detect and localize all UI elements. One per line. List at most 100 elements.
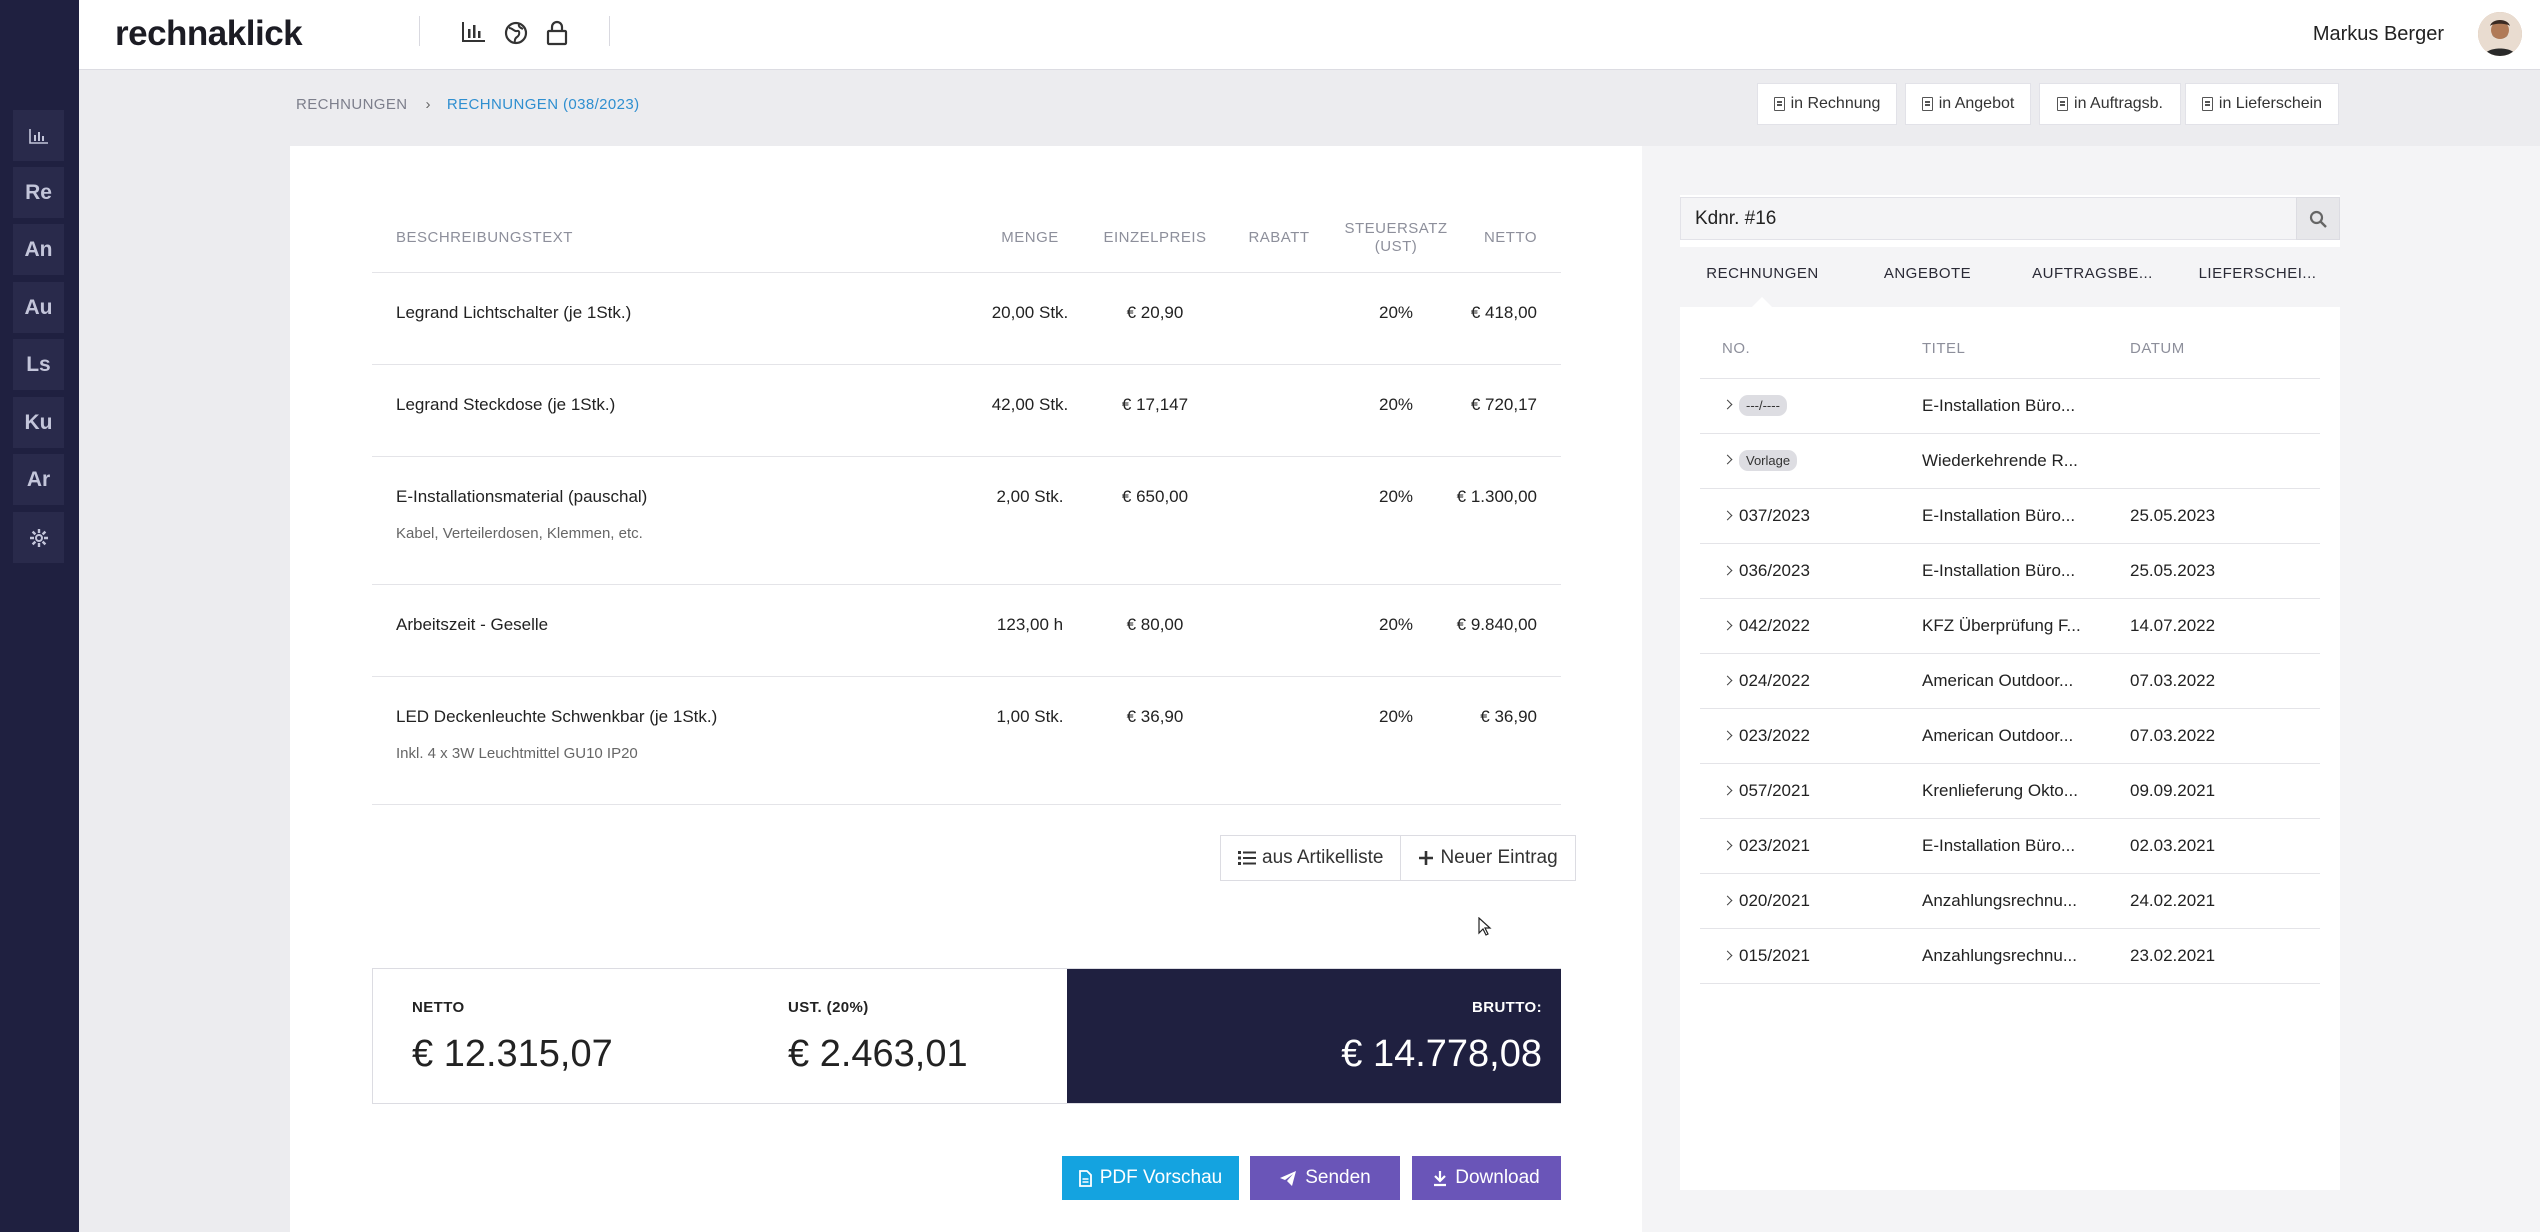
sidebar-item-lieferscheine[interactable]: Ls bbox=[13, 339, 64, 390]
document-date bbox=[2130, 433, 2320, 489]
list-item[interactable]: 037/2023 E-Installation Büro... 25.05.2023 bbox=[1700, 488, 2320, 544]
sidebar-item-auftragsbestaetigungen[interactable]: Au bbox=[13, 282, 64, 333]
list-item[interactable]: 042/2022 KFZ Überprüfung F... 14.07.2022 bbox=[1700, 598, 2320, 654]
chevron-right-icon[interactable] bbox=[1722, 785, 1733, 795]
document-number: 036/2023 bbox=[1739, 560, 1810, 580]
download-button[interactable]: Download bbox=[1412, 1156, 1561, 1200]
chevron-right-icon[interactable] bbox=[1722, 895, 1733, 905]
gross-total-value: € 14.778,08 bbox=[1341, 1033, 1542, 1075]
tab-angebote[interactable]: ANGEBOTE bbox=[1845, 247, 2010, 307]
table-row[interactable]: LED Deckenleuchte Schwenkbar (je 1Stk.) I… bbox=[372, 676, 1561, 805]
divider bbox=[609, 16, 610, 46]
chevron-right-icon[interactable] bbox=[1722, 620, 1733, 630]
list-item[interactable]: 015/2021 Anzahlungsrechnu... 23.02.2021 bbox=[1700, 928, 2320, 984]
chevron-right-icon[interactable] bbox=[1722, 510, 1733, 520]
new-entry-button[interactable]: Neuer Eintrag bbox=[1400, 836, 1575, 880]
list-item[interactable]: ---/---- E-Installation Büro... bbox=[1700, 378, 2320, 434]
list-item[interactable]: 023/2022 American Outdoor... 07.03.2022 bbox=[1700, 708, 2320, 764]
column-header: TITEL bbox=[1922, 320, 2130, 379]
breadcrumb: RECHNUNGEN › RECHNUNGEN (038/2023) bbox=[296, 96, 640, 113]
breadcrumb-rechnungen[interactable]: RECHNUNGEN bbox=[296, 96, 408, 113]
user-name[interactable]: Markus Berger bbox=[2313, 23, 2444, 46]
item-tax-rate[interactable]: 20% bbox=[1341, 364, 1451, 457]
item-discount[interactable] bbox=[1217, 584, 1341, 677]
item-unit-price[interactable]: € 80,00 bbox=[1093, 584, 1217, 677]
item-discount[interactable] bbox=[1217, 456, 1341, 585]
convert-to-order-button[interactable]: in Auftragsb. bbox=[2039, 83, 2181, 125]
chevron-right-icon[interactable] bbox=[1722, 840, 1733, 850]
chevron-right-icon[interactable] bbox=[1722, 950, 1733, 960]
list-item[interactable]: 024/2022 American Outdoor... 07.03.2022 bbox=[1700, 653, 2320, 709]
pdf-preview-button[interactable]: PDF Vorschau bbox=[1062, 1156, 1239, 1200]
button-label: in Angebot bbox=[1938, 95, 2015, 112]
item-description[interactable]: LED Deckenleuchte Schwenkbar (je 1Stk.) I… bbox=[372, 676, 967, 805]
item-quantity[interactable]: 42,00 Stk. bbox=[967, 364, 1093, 457]
tab-auftragsbestaetigungen[interactable]: AUFTRAGSBE... bbox=[2010, 247, 2175, 307]
item-tax-rate[interactable]: 20% bbox=[1341, 584, 1451, 677]
item-title: LED Deckenleuchte Schwenkbar (je 1Stk.) bbox=[396, 706, 718, 726]
item-quantity[interactable]: 20,00 Stk. bbox=[967, 272, 1093, 365]
chevron-right-icon[interactable] bbox=[1722, 675, 1733, 685]
list-item[interactable]: 020/2021 Anzahlungsrechnu... 24.02.2021 bbox=[1700, 873, 2320, 929]
item-quantity[interactable]: 123,00 h bbox=[967, 584, 1093, 677]
document-icon bbox=[1773, 97, 1785, 111]
item-net: € 720,17 bbox=[1451, 364, 1561, 457]
avatar[interactable] bbox=[2478, 12, 2522, 56]
chevron-right-icon[interactable] bbox=[1722, 565, 1733, 575]
convert-to-delivery-note-button[interactable]: in Lieferschein bbox=[2185, 83, 2339, 125]
list-item[interactable]: 057/2021 Krenlieferung Okto... 09.09.2021 bbox=[1700, 763, 2320, 819]
item-unit-price[interactable]: € 36,90 bbox=[1093, 676, 1217, 805]
chevron-right-icon[interactable] bbox=[1722, 454, 1733, 465]
tab-lieferscheine[interactable]: LIEFERSCHEI... bbox=[2175, 247, 2340, 307]
table-row[interactable]: Legrand Lichtschalter (je 1Stk.) 20,00 St… bbox=[372, 272, 1561, 365]
item-description[interactable]: E-Installationsmaterial (pauschal) Kabel,… bbox=[372, 456, 967, 585]
tab-rechnungen[interactable]: RECHNUNGEN bbox=[1680, 247, 1845, 307]
breadcrumb-current[interactable]: RECHNUNGEN (038/2023) bbox=[447, 96, 640, 113]
globe-icon[interactable] bbox=[503, 20, 531, 48]
item-tax-rate[interactable]: 20% bbox=[1341, 272, 1451, 365]
item-discount[interactable] bbox=[1217, 676, 1341, 805]
send-button[interactable]: Senden bbox=[1250, 1156, 1400, 1200]
sidebar-item-artikel[interactable]: Ar bbox=[13, 454, 64, 505]
list-item[interactable]: 036/2023 E-Installation Büro... 25.05.2023 bbox=[1700, 543, 2320, 599]
item-actions: aus Artikelliste Neuer Eintrag bbox=[1220, 835, 1576, 881]
table-row[interactable]: Legrand Steckdose (je 1Stk.) 42,00 Stk. € … bbox=[372, 364, 1561, 457]
mouse-cursor-icon bbox=[1478, 917, 1492, 936]
item-title: Arbeitszeit - Geselle bbox=[396, 614, 549, 634]
from-article-list-button[interactable]: aus Artikelliste bbox=[1221, 836, 1401, 880]
item-quantity[interactable]: 2,00 Stk. bbox=[967, 456, 1093, 585]
app-logo[interactable]: rechnaklick bbox=[115, 14, 303, 54]
list-item[interactable]: 023/2021 E-Installation Büro... 02.03.2021 bbox=[1700, 818, 2320, 874]
bar-chart-icon[interactable] bbox=[461, 20, 489, 48]
item-unit-price[interactable]: € 17,147 bbox=[1093, 364, 1217, 457]
convert-to-offer-button[interactable]: in Angebot bbox=[1905, 83, 2031, 125]
sidebar-item-dashboard[interactable] bbox=[13, 110, 64, 161]
item-description[interactable]: Arbeitszeit - Geselle bbox=[372, 584, 967, 677]
table-row[interactable]: Arbeitszeit - Geselle 123,00 h € 80,00 20% €… bbox=[372, 584, 1561, 677]
sidebar-item-rechnungen[interactable]: Re bbox=[13, 167, 64, 218]
item-tax-rate[interactable]: 20% bbox=[1341, 456, 1451, 585]
gross-total-panel: BRUTTO: € 14.778,08 bbox=[1067, 969, 1561, 1103]
convert-to-invoice-button[interactable]: in Rechnung bbox=[1757, 83, 1897, 125]
item-tax-rate[interactable]: 20% bbox=[1341, 676, 1451, 805]
item-discount[interactable] bbox=[1217, 272, 1341, 365]
list-item[interactable]: Vorlage Wiederkehrende R... bbox=[1700, 433, 2320, 489]
item-unit-price[interactable]: € 20,90 bbox=[1093, 272, 1217, 365]
sidebar-item-kunden[interactable]: Ku bbox=[13, 397, 64, 448]
search-button[interactable] bbox=[2296, 197, 2340, 240]
sidebar-item-settings[interactable] bbox=[13, 512, 64, 563]
item-description[interactable]: Legrand Steckdose (je 1Stk.) bbox=[372, 364, 967, 457]
item-description[interactable]: Legrand Lichtschalter (je 1Stk.) bbox=[372, 272, 967, 365]
item-discount[interactable] bbox=[1217, 364, 1341, 457]
item-unit-price[interactable]: € 650,00 bbox=[1093, 456, 1217, 585]
chevron-right-icon[interactable] bbox=[1722, 399, 1733, 410]
customer-search-input[interactable] bbox=[1680, 197, 2297, 240]
divider bbox=[419, 16, 420, 46]
chevron-right-icon[interactable] bbox=[1722, 730, 1733, 740]
item-quantity[interactable]: 1,00 Stk. bbox=[967, 676, 1093, 805]
column-header: EINZELPREIS bbox=[1093, 204, 1217, 273]
lock-icon[interactable] bbox=[545, 20, 573, 48]
document-number: 023/2021 bbox=[1739, 835, 1810, 855]
table-row[interactable]: E-Installationsmaterial (pauschal) Kabel,… bbox=[372, 456, 1561, 585]
sidebar-item-angebote[interactable]: An bbox=[13, 224, 64, 275]
